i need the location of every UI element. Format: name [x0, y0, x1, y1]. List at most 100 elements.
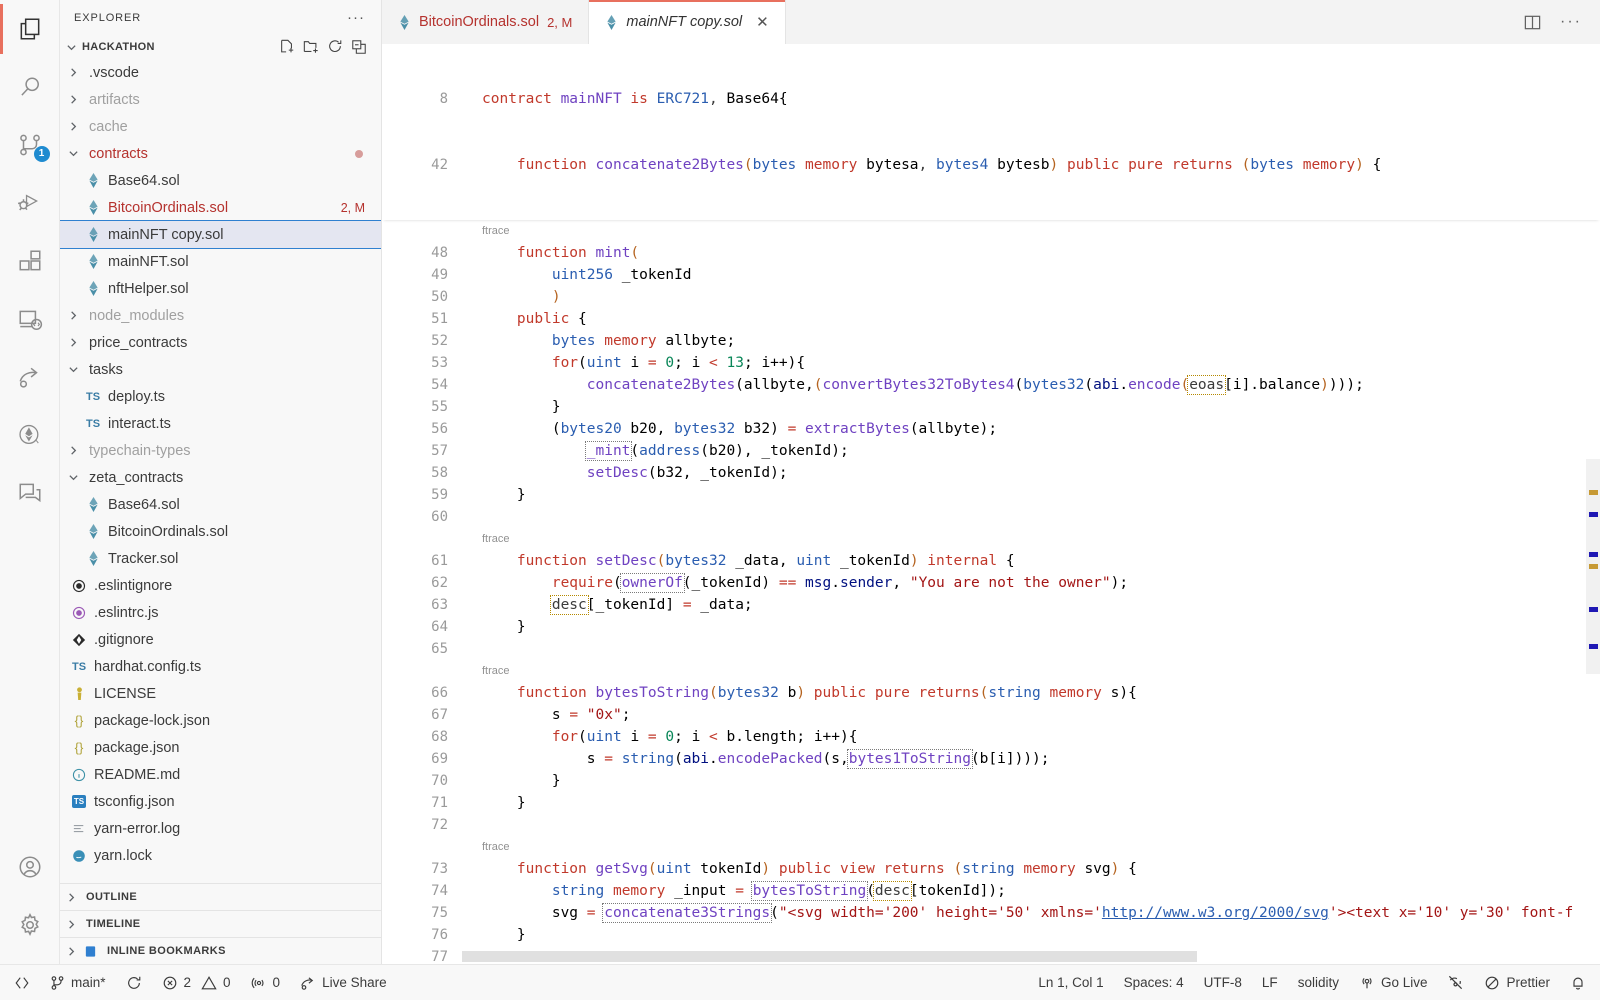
activity-item-run-and-debug[interactable]: [0, 174, 60, 232]
split-editor-icon[interactable]: [1523, 13, 1542, 32]
tree-item-base64-sol[interactable]: Base64.sol: [60, 491, 381, 518]
horizontal-scrollbar[interactable]: [462, 951, 1197, 962]
sticky-line[interactable]: 42 function concatenate2Bytes(bytes memo…: [382, 154, 1600, 176]
code-line[interactable]: 66 function bytesToString(bytes32 b) pub…: [382, 682, 1600, 704]
status-notifications[interactable]: [1560, 965, 1596, 1000]
sidebar-panel-timeline[interactable]: TIMELINE: [60, 910, 381, 937]
status-go-live[interactable]: Go Live: [1349, 965, 1438, 1000]
status-live-share[interactable]: Live Share: [290, 965, 397, 1000]
tree-item-yarn-error-log[interactable]: yarn-error.log: [60, 815, 381, 842]
code-lens[interactable]: ftrace: [382, 528, 1600, 550]
tree-item-cache[interactable]: cache: [60, 113, 381, 140]
tree-item-tracker-sol[interactable]: Tracker.sol: [60, 545, 381, 572]
activity-item-accounts[interactable]: [0, 838, 60, 896]
code-lens[interactable]: ftrace: [382, 220, 1600, 242]
collapse-all-icon[interactable]: [351, 39, 367, 55]
editor-tab-bitcoinordinals[interactable]: BitcoinOrdinals.sol 2, M: [382, 0, 590, 44]
tree-item-mainnft-sol[interactable]: mainNFT.sol: [60, 248, 381, 275]
code-line[interactable]: 57 _mint(address(b20), _tokenId);: [382, 440, 1600, 462]
code-line[interactable]: 76 }: [382, 924, 1600, 946]
status-indentation[interactable]: Spaces: 4: [1114, 965, 1194, 1000]
tree-item-interact-ts[interactable]: TS interact.ts: [60, 410, 381, 437]
tree-item-price-contracts[interactable]: price_contracts: [60, 329, 381, 356]
code-line[interactable]: 50 ): [382, 286, 1600, 308]
code-line[interactable]: 58 setDesc(b32, _tokenId);: [382, 462, 1600, 484]
code-line[interactable]: 64 }: [382, 616, 1600, 638]
code-line[interactable]: 72: [382, 814, 1600, 836]
code-line[interactable]: 71 }: [382, 792, 1600, 814]
code-line[interactable]: 74 string memory _input = bytesToString(…: [382, 880, 1600, 902]
code-line[interactable]: 49 uint256 _tokenId: [382, 264, 1600, 286]
file-tree[interactable]: .vscode artifacts cache contracts Base64.sol…: [60, 59, 381, 883]
tree-item-eslintignore[interactable]: .eslintignore: [60, 572, 381, 599]
tree-item-node-modules[interactable]: node_modules: [60, 302, 381, 329]
close-icon[interactable]: ✕: [756, 13, 769, 31]
status-screencast[interactable]: [1437, 965, 1474, 1000]
tree-item-base64-sol[interactable]: Base64.sol: [60, 167, 381, 194]
status-editor-position[interactable]: Ln 1, Col 1: [1028, 965, 1113, 1000]
tree-item-bitcoinordinals-sol[interactable]: BitcoinOrdinals.sol 2, M: [60, 194, 381, 221]
activity-item-remote-explorer[interactable]: [0, 290, 60, 348]
code-line[interactable]: 70 }: [382, 770, 1600, 792]
code-line[interactable]: 65: [382, 638, 1600, 660]
code-line[interactable]: 68 for(uint i = 0; i < b.length; i++){: [382, 726, 1600, 748]
code-line[interactable]: 63 desc[_tokenId] = _data;: [382, 594, 1600, 616]
tree-item-hardhat-config-ts[interactable]: TS hardhat.config.ts: [60, 653, 381, 680]
activity-item-extensions[interactable]: [0, 232, 60, 290]
code-lens-label[interactable]: ftrace: [482, 660, 510, 682]
sticky-scroll[interactable]: 8 contract mainNFT is ERC721, Base64{ 42…: [382, 44, 1600, 220]
code-line[interactable]: 55 }: [382, 396, 1600, 418]
code-line[interactable]: 73 function getSvg(uint tokenId) public …: [382, 858, 1600, 880]
code-lines[interactable]: 46 }47ftrace48 function mint(49 uint256 …: [382, 176, 1600, 964]
code-line[interactable]: 51 public {: [382, 308, 1600, 330]
code-lens[interactable]: ftrace: [382, 836, 1600, 858]
editor-tab-mainnft-copy[interactable]: mainNFT copy.sol ✕: [589, 0, 786, 44]
activity-item-comments[interactable]: [0, 464, 60, 522]
tree-item-package-lock-json[interactable]: {} package-lock.json: [60, 707, 381, 734]
status-ports[interactable]: 0: [241, 965, 291, 1000]
sidebar-panel-outline[interactable]: OUTLINE: [60, 883, 381, 910]
new-folder-icon[interactable]: [303, 39, 319, 55]
tree-item-tsconfig-json[interactable]: TS tsconfig.json: [60, 788, 381, 815]
activity-item-source-control[interactable]: 1: [0, 116, 60, 174]
activity-item-live-share[interactable]: [0, 348, 60, 406]
sidebar-panel-inline-bookmarks[interactable]: INLINE BOOKMARKS: [60, 937, 381, 964]
activity-item-ethereum[interactable]: [0, 406, 60, 464]
tree-item-eslintrc-js[interactable]: .eslintrc.js: [60, 599, 381, 626]
status-encoding[interactable]: UTF-8: [1194, 965, 1252, 1000]
code-line[interactable]: 61 function setDesc(bytes32 _data, uint …: [382, 550, 1600, 572]
more-actions-icon[interactable]: ···: [1560, 13, 1582, 31]
tree-item-readme-md[interactable]: README.md: [60, 761, 381, 788]
code-line[interactable]: 59 }: [382, 484, 1600, 506]
tree-item-license[interactable]: LICENSE: [60, 680, 381, 707]
status-problems[interactable]: 2 0: [152, 965, 241, 1000]
status-branch[interactable]: main*: [40, 965, 116, 1000]
code-line[interactable]: 67 s = "0x";: [382, 704, 1600, 726]
code-editor[interactable]: 8 contract mainNFT is ERC721, Base64{ 42…: [382, 44, 1600, 964]
code-line[interactable]: 56 (bytes20 b20, bytes32 b32) = extractB…: [382, 418, 1600, 440]
code-line[interactable]: 54 concatenate2Bytes(allbyte,(convertByt…: [382, 374, 1600, 396]
code-line[interactable]: 69 s = string(abi.encodePacked(s,bytes1T…: [382, 748, 1600, 770]
code-lens-label[interactable]: ftrace: [482, 220, 510, 242]
code-line[interactable]: 75 svg = concatenate3Strings("<svg width…: [382, 902, 1600, 924]
tree-item-artifacts[interactable]: artifacts: [60, 86, 381, 113]
new-file-icon[interactable]: [279, 39, 295, 55]
activity-item-manage[interactable]: [0, 896, 60, 954]
tree-item-bitcoinordinals-sol[interactable]: BitcoinOrdinals.sol: [60, 518, 381, 545]
tree-item-deploy-ts[interactable]: TS deploy.ts: [60, 383, 381, 410]
status-eol[interactable]: LF: [1252, 965, 1288, 1000]
tree-item-package-json[interactable]: {} package.json: [60, 734, 381, 761]
code-line[interactable]: 48 function mint(: [382, 242, 1600, 264]
code-line[interactable]: 60: [382, 506, 1600, 528]
tree-item-contracts[interactable]: contracts: [60, 140, 381, 167]
code-line[interactable]: 53 for(uint i = 0; i < 13; i++){: [382, 352, 1600, 374]
tree-item-vscode[interactable]: .vscode: [60, 59, 381, 86]
activity-item-search[interactable]: [0, 58, 60, 116]
code-line[interactable]: 52 bytes memory allbyte;: [382, 330, 1600, 352]
tree-item-yarn-lock[interactable]: yarn.lock: [60, 842, 381, 869]
status-sync[interactable]: [116, 965, 152, 1000]
tree-item-zeta-contracts[interactable]: zeta_contracts: [60, 464, 381, 491]
status-remote-window[interactable]: [4, 965, 40, 1000]
code-lens-label[interactable]: ftrace: [482, 528, 510, 550]
sidebar-more-actions-icon[interactable]: ···: [347, 9, 365, 26]
